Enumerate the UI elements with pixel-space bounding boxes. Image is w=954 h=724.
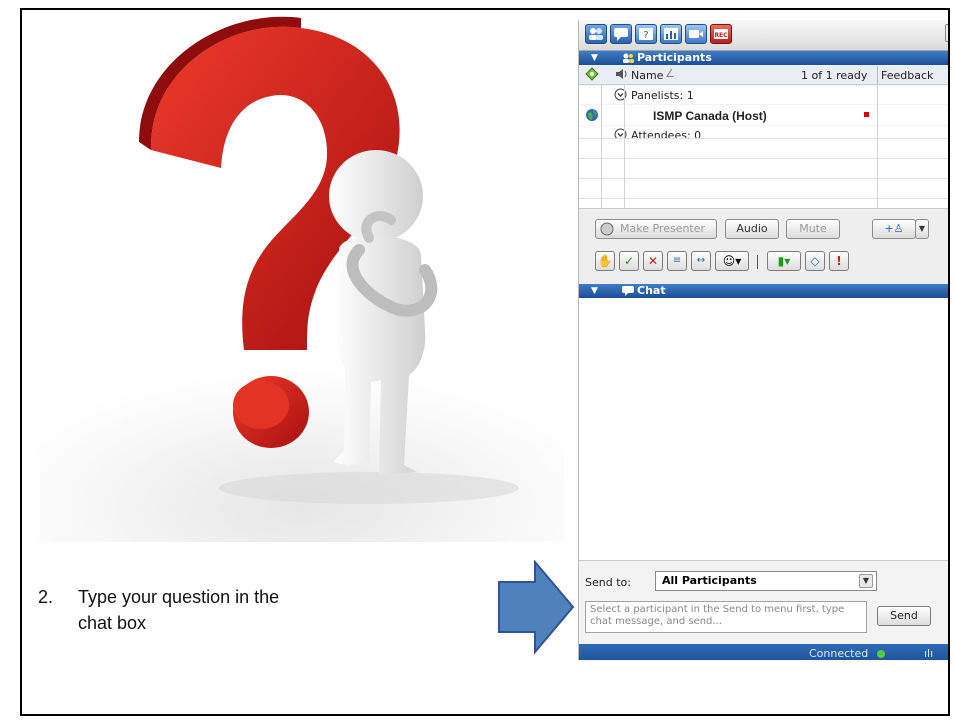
toolbar-separator [757,255,758,269]
send-to-value: All Participants [662,574,757,587]
mute-button[interactable]: Mute [786,219,840,239]
instruction-number: 2. [38,587,54,607]
make-presenter-button[interactable]: Make Presenter [595,219,717,239]
webex-panel: ? REC ▼ Participants ▼ [578,20,948,660]
add-user-icon: +♙ [884,222,904,235]
column-divider [877,66,878,84]
column-divider [624,84,625,208]
invite-button[interactable]: +♙ [872,219,916,239]
presenter-ball-icon [600,222,614,242]
row-divider [579,178,948,179]
chat-message-input[interactable]: Select a participant in the Send to menu… [585,601,867,633]
attention-meter-icon[interactable]: ▮▾ [767,251,801,271]
connected-dot-icon [877,650,885,658]
participant-row-host[interactable]: ISMP Canada (Host) [579,105,948,125]
expand-circle-icon[interactable] [614,88,627,104]
column-ready: 1 of 1 ready [801,69,868,82]
polling-icon[interactable] [660,24,682,44]
speed-up-icon[interactable]: ≡ [667,251,687,271]
alert-icon[interactable]: ! [829,251,849,271]
chat-title: Chat [637,284,666,297]
globe-icon [585,108,599,125]
connection-status: Connected [809,647,869,660]
emoticons-icon[interactable]: ☺▾ [715,251,749,271]
row-divider [579,198,948,199]
chat-icon[interactable] [610,24,632,44]
participant-controls: Make Presenter Audio Mute +♙ ▼ ✋ ✓ ✕ ≡ ↔… [579,208,948,287]
chat-history[interactable] [579,298,948,561]
panel-toolbar: ? REC [579,20,948,51]
participants-section-header[interactable]: ▼ Participants ▼ [579,51,948,65]
sort-icon[interactable]: ∠ [665,67,675,80]
send-button[interactable]: Send [877,606,931,626]
collapse-icon[interactable]: ▼ [591,284,598,298]
chat-section-header[interactable]: ▼ Chat ▼ [579,284,948,298]
invite-dropdown-icon[interactable]: ▼ [915,219,929,239]
svg-text:?: ? [643,30,648,41]
not-ready-indicator [864,112,869,117]
status-bar: Connected ılı [579,644,948,660]
slide: 2. Type your question in the chat box × … [20,8,950,716]
checkmark-icon[interactable]: ✓ [619,251,639,271]
panelists-group[interactable]: Panelists: 1 [579,86,948,104]
raise-hand-icon[interactable]: ✋ [595,251,615,271]
row-divider [579,138,948,139]
participants-table-header: Name ∠ 1 of 1 ready Feedback [579,66,948,85]
record-label: REC [714,32,728,39]
participants-empty-rows [579,138,948,208]
column-divider [601,84,602,208]
participants-title: Participants [637,51,712,64]
column-name[interactable]: Name [631,69,663,82]
video-icon[interactable] [685,24,707,44]
send-to-label: Send to: [585,576,631,589]
make-presenter-label: Make Presenter [620,222,706,235]
instruction-body: Type your question in the chat box [78,587,280,633]
signal-icon: ılı [924,647,934,660]
send-to-select[interactable]: All Participants ▼ [655,571,877,591]
column-divider [877,84,878,208]
participants-icon[interactable] [585,24,607,44]
chevron-down-icon[interactable]: ▼ [859,574,873,588]
panelists-label: Panelists: 1 [631,89,694,102]
collapse-icon[interactable]: ▼ [591,51,598,65]
slow-down-icon[interactable]: ↔ [691,251,711,271]
status-diamond-icon [585,67,599,84]
row-divider [579,158,948,159]
x-mark-icon[interactable]: ✕ [643,251,663,271]
record-icon[interactable]: REC [710,24,732,44]
qa-icon[interactable]: ? [635,24,657,44]
question-figure-illustration [39,16,564,542]
eraser-icon[interactable]: ◇ [805,251,825,271]
host-name[interactable]: ISMP Canada (Host) [653,109,767,123]
right-arrow-icon [498,560,575,655]
speaker-icon[interactable] [615,68,629,83]
column-feedback: Feedback [881,69,934,82]
audio-button[interactable]: Audio [725,219,779,239]
panel-options-icon[interactable] [945,24,948,42]
